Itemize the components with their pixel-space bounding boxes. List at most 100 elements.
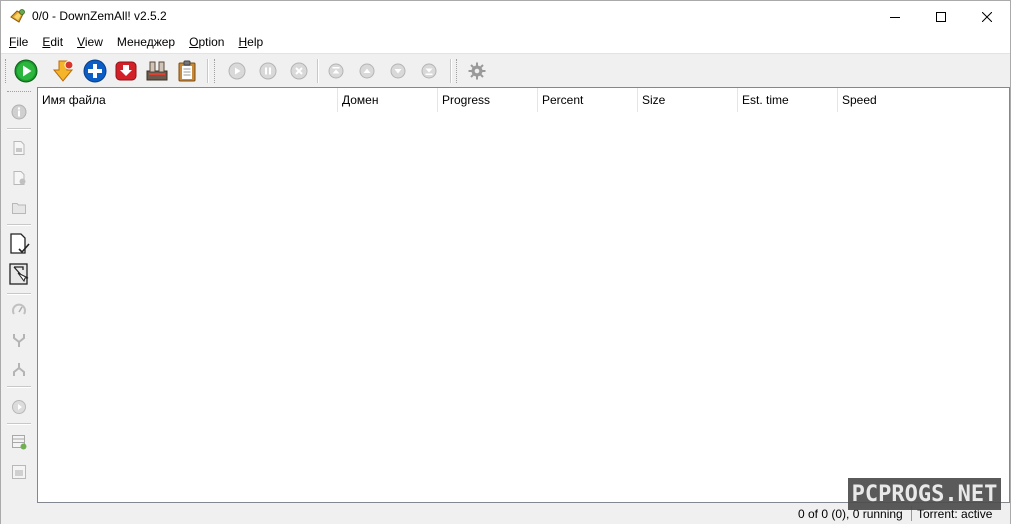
resume-button[interactable] bbox=[224, 58, 250, 84]
speed-icon bbox=[12, 303, 26, 315]
start-all-button[interactable] bbox=[13, 58, 39, 84]
menu-help-accel: H bbox=[238, 35, 248, 49]
download-content-button[interactable] bbox=[51, 58, 77, 84]
move-bottom-button[interactable] bbox=[416, 58, 442, 84]
properties-button[interactable] bbox=[6, 460, 32, 484]
sidebar-separator-4 bbox=[7, 386, 31, 388]
menu-help-label: elp bbox=[247, 35, 264, 49]
menu-view-label: iew bbox=[84, 35, 103, 49]
speed-limit-button[interactable] bbox=[6, 298, 32, 322]
menu-option[interactable]: Option bbox=[182, 32, 231, 53]
column-header-domain[interactable]: Домен bbox=[338, 88, 438, 112]
menu-edit[interactable]: Edit bbox=[35, 32, 70, 53]
minimize-icon bbox=[890, 16, 900, 18]
minimize-button[interactable] bbox=[872, 1, 918, 32]
plus-blue-icon bbox=[83, 59, 107, 83]
split-icon bbox=[13, 363, 25, 376]
merge-button[interactable] bbox=[6, 328, 32, 352]
menu-view-accel: V bbox=[77, 35, 85, 49]
paste-urls-button[interactable] bbox=[174, 58, 200, 84]
watermark: PCPROGS.NET bbox=[848, 478, 1001, 510]
play-green-icon bbox=[14, 59, 38, 83]
menu-manager-label: Менеджер bbox=[116, 35, 176, 49]
info-icon bbox=[11, 104, 27, 120]
pause-button[interactable] bbox=[255, 58, 281, 84]
pause-icon bbox=[259, 62, 277, 80]
app-logo-icon bbox=[10, 9, 25, 23]
close-button[interactable] bbox=[964, 1, 1010, 32]
info-button[interactable] bbox=[6, 100, 32, 124]
cancel-icon bbox=[290, 62, 308, 80]
recheck-icon bbox=[12, 400, 26, 414]
file-delete-icon bbox=[13, 171, 26, 185]
sidebar-separator bbox=[7, 128, 31, 130]
batch-icon bbox=[146, 61, 168, 81]
settings-button[interactable] bbox=[464, 58, 490, 84]
menu-file-label: ile bbox=[16, 35, 29, 49]
menu-manager[interactable]: Менеджер bbox=[110, 32, 182, 53]
recheck-button[interactable] bbox=[6, 395, 32, 419]
cancel-button[interactable] bbox=[286, 58, 312, 84]
properties-icon bbox=[12, 465, 26, 479]
table-add-icon bbox=[12, 435, 27, 450]
delete-file-button[interactable] bbox=[6, 166, 32, 190]
move-up-button[interactable] bbox=[354, 58, 380, 84]
column-header-progress[interactable]: Progress bbox=[438, 88, 538, 112]
toolbar-grip-3[interactable] bbox=[456, 59, 458, 83]
menu-bar: File Edit View Менеджер Option Help bbox=[1, 32, 1010, 53]
menu-file[interactable]: File bbox=[2, 32, 35, 53]
select-completed-button[interactable] bbox=[6, 231, 32, 257]
move-top-icon bbox=[328, 63, 344, 79]
sidebar-grip[interactable] bbox=[7, 91, 31, 93]
column-header-speed[interactable]: Speed bbox=[838, 88, 938, 112]
folder-icon bbox=[12, 203, 26, 214]
menu-option-label: ption bbox=[198, 35, 225, 49]
main-toolbar bbox=[1, 53, 1010, 87]
column-header-filename[interactable]: Имя файла bbox=[38, 88, 338, 112]
stream-download-button[interactable] bbox=[113, 58, 139, 84]
toolbar-grip-2[interactable] bbox=[214, 59, 216, 83]
batch-download-button[interactable] bbox=[144, 58, 170, 84]
app-window: 0/0 - DownZemAll! v2.5.2 File Edit View … bbox=[0, 0, 1011, 524]
merge-icon bbox=[13, 334, 25, 347]
file-icon bbox=[13, 141, 25, 155]
menu-view[interactable]: View bbox=[70, 32, 110, 53]
split-button[interactable] bbox=[6, 358, 32, 382]
gear-icon bbox=[468, 62, 486, 80]
close-icon bbox=[982, 11, 992, 22]
add-table-button[interactable] bbox=[6, 430, 32, 454]
move-top-button[interactable] bbox=[323, 58, 349, 84]
file-invert-icon bbox=[9, 263, 29, 285]
move-down-icon bbox=[390, 63, 406, 79]
open-file-button[interactable] bbox=[6, 136, 32, 160]
move-bottom-icon bbox=[421, 63, 437, 79]
clipboard-icon bbox=[178, 60, 196, 82]
menu-edit-label: dit bbox=[50, 35, 64, 49]
watermark-text: PCPROGS.NET bbox=[851, 481, 998, 507]
invert-selection-button[interactable] bbox=[6, 261, 32, 287]
maximize-icon bbox=[936, 11, 946, 22]
toolbar-separator-3 bbox=[450, 59, 452, 83]
move-down-button[interactable] bbox=[385, 58, 411, 84]
maximize-button[interactable] bbox=[918, 1, 964, 32]
move-up-icon bbox=[359, 63, 375, 79]
toolbar-separator bbox=[207, 59, 209, 83]
sidebar-separator-5 bbox=[7, 423, 31, 425]
sidebar-separator-2 bbox=[7, 224, 31, 226]
resume-icon bbox=[228, 62, 246, 80]
window-title: 0/0 - DownZemAll! v2.5.2 bbox=[32, 9, 167, 23]
open-folder-button[interactable] bbox=[6, 196, 32, 220]
file-check-icon bbox=[10, 233, 30, 254]
menu-help[interactable]: Help bbox=[231, 32, 270, 53]
sidebar-separator-3 bbox=[7, 293, 31, 295]
toolbar-separator-2 bbox=[317, 59, 319, 83]
download-list[interactable]: Имя файла Домен Progress Percent Size Es… bbox=[37, 87, 1010, 503]
column-header-percent[interactable]: Percent bbox=[538, 88, 638, 112]
title-bar: 0/0 - DownZemAll! v2.5.2 bbox=[1, 1, 1010, 32]
column-header-est-time[interactable]: Est. time bbox=[738, 88, 838, 112]
add-download-button[interactable] bbox=[82, 58, 108, 84]
toolbar-grip[interactable] bbox=[5, 59, 7, 83]
download-red-icon bbox=[115, 61, 137, 81]
column-header-size[interactable]: Size bbox=[638, 88, 738, 112]
download-arrow-icon bbox=[52, 60, 74, 82]
